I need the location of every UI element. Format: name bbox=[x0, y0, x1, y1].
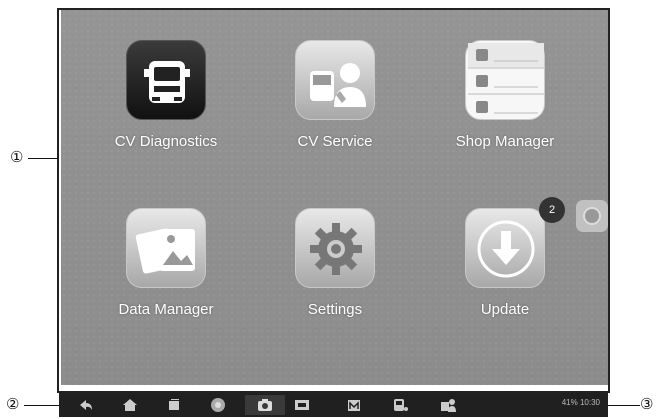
app-update[interactable]: Update bbox=[450, 208, 560, 318]
photos-icon bbox=[126, 208, 206, 288]
callout-2: ② bbox=[6, 395, 20, 413]
app-label: Shop Manager bbox=[455, 133, 555, 150]
app-data-manager[interactable]: Data Manager bbox=[111, 208, 221, 318]
callout-1-line bbox=[28, 158, 60, 159]
home-screen: CV Diagnostics CV Service Shop Manager D… bbox=[61, 10, 608, 385]
home-icon[interactable] bbox=[121, 396, 139, 414]
status-bar: 41% 10:30 bbox=[562, 398, 600, 407]
app-label: Settings bbox=[307, 301, 363, 318]
recent-apps-icon[interactable] bbox=[165, 396, 183, 414]
maxifix-icon[interactable] bbox=[345, 396, 363, 414]
service-technician-icon bbox=[295, 40, 375, 120]
callout-2-line bbox=[24, 405, 60, 406]
navigation-bar: 41% 10:30 bbox=[59, 393, 608, 417]
camera-button[interactable] bbox=[245, 395, 285, 415]
back-icon[interactable] bbox=[77, 396, 95, 414]
app-cv-service[interactable]: CV Service bbox=[280, 40, 390, 150]
download-icon bbox=[465, 208, 545, 288]
app-label: Data Manager bbox=[118, 301, 214, 318]
shop-list-icon bbox=[465, 40, 545, 120]
app-label: CV Service bbox=[297, 133, 373, 150]
app-cv-diagnostics[interactable]: CV Diagnostics bbox=[111, 40, 221, 150]
truck-front-icon bbox=[126, 40, 206, 120]
screen-mirror-icon[interactable] bbox=[293, 396, 311, 414]
app-shop-manager[interactable]: Shop Manager bbox=[450, 40, 560, 150]
floating-menu-button[interactable] bbox=[576, 200, 608, 232]
chrome-icon[interactable] bbox=[209, 396, 227, 414]
app-label: CV Diagnostics bbox=[114, 133, 218, 150]
camera-icon bbox=[258, 399, 272, 411]
page-indicator bbox=[332, 380, 352, 384]
callout-3-line bbox=[608, 405, 640, 406]
callout-3: ③ bbox=[640, 395, 654, 413]
gear-icon bbox=[295, 208, 375, 288]
callout-1: ① bbox=[10, 148, 24, 166]
remote-support-icon[interactable] bbox=[439, 396, 457, 414]
vci-icon[interactable] bbox=[391, 396, 409, 414]
app-settings[interactable]: Settings bbox=[280, 208, 390, 318]
status-text: 41% 10:30 bbox=[561, 398, 600, 407]
app-label: Update bbox=[480, 301, 530, 318]
notification-badge[interactable]: 2 bbox=[539, 197, 565, 223]
